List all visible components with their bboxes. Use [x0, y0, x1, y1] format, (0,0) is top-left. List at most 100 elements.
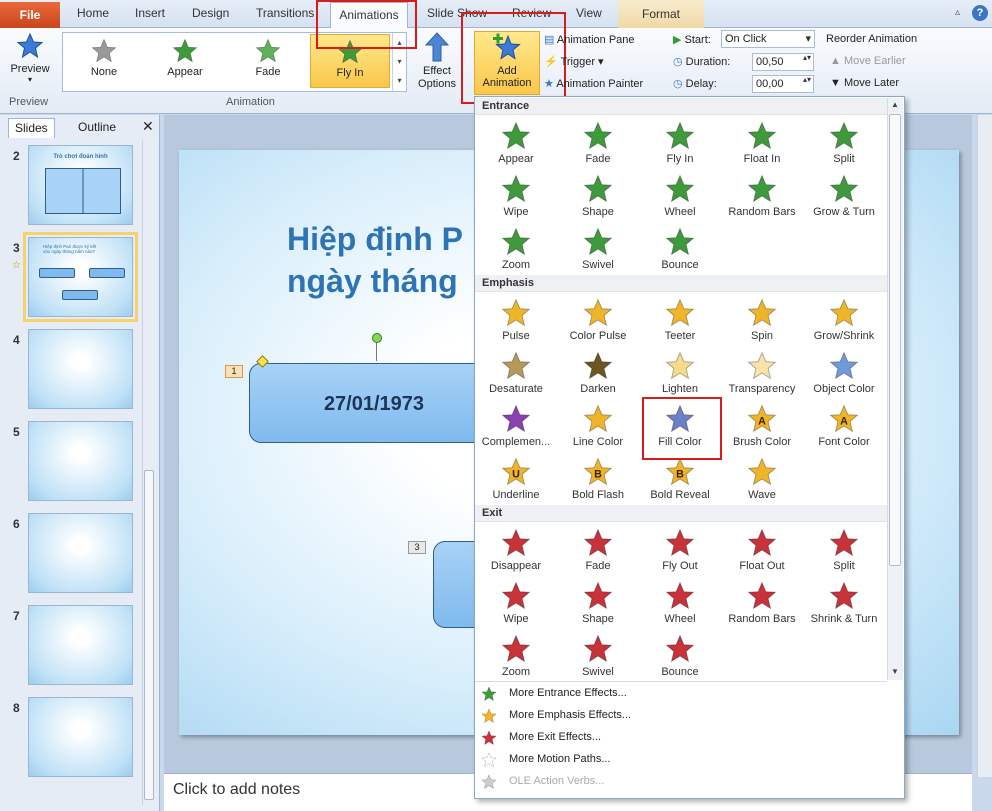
help-icon[interactable]: ? — [972, 5, 988, 21]
duration-input[interactable]: 00,50 — [752, 53, 814, 71]
gallery-item-appear[interactable]: Appear — [145, 34, 225, 88]
effect-exit-shrink-turn[interactable]: Shrink & Turn — [803, 576, 885, 629]
tab-file[interactable]: File — [0, 2, 60, 28]
tab-animations[interactable]: Animations — [330, 2, 408, 29]
menu-more-exit[interactable]: More Exit Effects... — [478, 727, 898, 749]
effect-entrance-zoom[interactable]: Zoom — [475, 222, 557, 275]
effect-emphasis-spin[interactable]: Spin — [721, 293, 803, 346]
slide-thumbnail-8[interactable] — [28, 697, 133, 777]
add-animation-button[interactable]: Add Animation — [474, 31, 540, 95]
tab-insert[interactable]: Insert — [135, 6, 165, 20]
effect-entrance-grow-turn[interactable]: Grow & Turn — [803, 169, 885, 222]
start-select[interactable]: On Click — [721, 30, 815, 48]
slide-thumbnail-7[interactable] — [28, 605, 133, 685]
tab-slides[interactable]: Slides — [8, 118, 55, 138]
entrance-star-icon — [583, 174, 613, 203]
answer-box-1[interactable]: 27/01/1973 — [249, 363, 499, 443]
rotate-handle[interactable] — [372, 333, 382, 343]
slides-scroll-thumb[interactable] — [144, 470, 154, 800]
effect-exit-fade[interactable]: Fade — [557, 523, 639, 576]
effect-emphasis-color-pulse[interactable]: Color Pulse — [557, 293, 639, 346]
effect-emphasis-complemen[interactable]: Complemen... — [475, 399, 557, 452]
tab-transitions[interactable]: Transitions — [256, 6, 314, 20]
effect-exit-wipe[interactable]: Wipe — [475, 576, 557, 629]
effect-emphasis-brush-color[interactable]: A Brush Color — [721, 399, 803, 452]
delay-input[interactable]: 00,00 — [752, 75, 814, 93]
effect-exit-swivel[interactable]: Swivel — [557, 629, 639, 682]
slide-scrollbar[interactable] — [977, 115, 992, 777]
menu-star-icon — [481, 752, 497, 768]
move-later-button[interactable]: ▼ Move Later — [830, 77, 899, 89]
effect-options-button[interactable]: Effect Options — [412, 32, 462, 94]
minimize-ribbon-icon[interactable]: ▵ — [955, 7, 960, 18]
slide-number: 6 — [13, 517, 20, 531]
effect-entrance-wipe[interactable]: Wipe — [475, 169, 557, 222]
slide-title[interactable]: Hiệp định Pngày tháng — [287, 218, 463, 302]
effect-entrance-random-bars[interactable]: Random Bars — [721, 169, 803, 222]
effect-exit-zoom[interactable]: Zoom — [475, 629, 557, 682]
gallery-item-none[interactable]: None — [64, 34, 144, 88]
close-panel-icon[interactable]: ✕ — [142, 118, 154, 135]
effect-emphasis-fill-color[interactable]: Fill Color — [639, 399, 721, 452]
gallery-item-fly-in[interactable]: Fly In — [310, 34, 390, 88]
effect-emphasis-desaturate[interactable]: Desaturate — [475, 346, 557, 399]
effect-emphasis-pulse[interactable]: Pulse — [475, 293, 557, 346]
effect-entrance-swivel[interactable]: Swivel — [557, 222, 639, 275]
effect-emphasis-font-color[interactable]: A Font Color — [803, 399, 885, 452]
tab-design[interactable]: Design — [192, 6, 229, 20]
menu-more-motion[interactable]: More Motion Paths... — [478, 749, 898, 771]
effect-exit-disappear[interactable]: Disappear — [475, 523, 557, 576]
tab-view[interactable]: View — [576, 6, 602, 20]
scroll-up-icon[interactable]: ▲ — [888, 100, 902, 112]
effect-exit-bounce[interactable]: Bounce — [639, 629, 721, 682]
effect-emphasis-bold-reveal[interactable]: B Bold Reveal — [639, 452, 721, 505]
animation-painter-button[interactable]: ★ Animation Painter — [544, 77, 643, 90]
effect-entrance-appear[interactable]: Appear — [475, 116, 557, 169]
tab-outline[interactable]: Outline — [72, 118, 122, 138]
slide-thumbnail-5[interactable] — [28, 421, 133, 501]
effect-exit-random-bars[interactable]: Random Bars — [721, 576, 803, 629]
effect-label: Fill Color — [658, 436, 702, 448]
effect-emphasis-object-color[interactable]: Object Color — [803, 346, 885, 399]
gallery-scroll[interactable]: ▴ ▾ ▾ — [392, 33, 406, 91]
effect-exit-wheel[interactable]: Wheel — [639, 576, 721, 629]
effect-exit-split[interactable]: Split — [803, 523, 885, 576]
effect-exit-fly-out[interactable]: Fly Out — [639, 523, 721, 576]
tab-slideshow[interactable]: Slide Show — [427, 6, 487, 20]
menu-more-entrance[interactable]: More Entrance Effects... — [478, 683, 898, 705]
move-earlier-button[interactable]: ▲ Move Earlier — [830, 55, 906, 67]
effect-entrance-fade[interactable]: Fade — [557, 116, 639, 169]
effect-emphasis-underline[interactable]: U Underline — [475, 452, 557, 505]
effect-emphasis-transparency[interactable]: Transparency — [721, 346, 803, 399]
effect-emphasis-grow-shrink[interactable]: Grow/Shrink — [803, 293, 885, 346]
effect-entrance-fly-in[interactable]: Fly In — [639, 116, 721, 169]
animation-pane-button[interactable]: ▤ Animation Pane — [544, 33, 635, 46]
scroll-down-icon[interactable]: ▼ — [888, 667, 902, 679]
effect-entrance-split[interactable]: Split — [803, 116, 885, 169]
tab-home[interactable]: Home — [77, 6, 109, 20]
effect-emphasis-line-color[interactable]: Line Color — [557, 399, 639, 452]
effect-emphasis-wave[interactable]: Wave — [721, 452, 803, 505]
effect-exit-float-out[interactable]: Float Out — [721, 523, 803, 576]
gallery-item-fade[interactable]: Fade — [228, 34, 308, 88]
slide-thumbnail-6[interactable] — [28, 513, 133, 593]
effect-emphasis-bold-flash[interactable]: B Bold Flash — [557, 452, 639, 505]
effect-entrance-wheel[interactable]: Wheel — [639, 169, 721, 222]
preview-button[interactable]: Preview ▾ — [6, 32, 54, 92]
slide-thumbnail-2[interactable]: Trò chơi đoán hình — [28, 145, 133, 225]
effect-emphasis-lighten[interactable]: Lighten — [639, 346, 721, 399]
menu-ole[interactable]: OLE Action Verbs... — [478, 771, 898, 793]
slide-thumbnail-4[interactable] — [28, 329, 133, 409]
tab-format[interactable]: Format — [618, 0, 704, 28]
effect-entrance-bounce[interactable]: Bounce — [639, 222, 721, 275]
effect-entrance-shape[interactable]: Shape — [557, 169, 639, 222]
dropdown-scroll-thumb[interactable] — [889, 114, 901, 566]
trigger-button[interactable]: ⚡ Trigger ▾ — [544, 55, 604, 68]
effect-emphasis-teeter[interactable]: Teeter — [639, 293, 721, 346]
tab-review[interactable]: Review — [512, 6, 551, 20]
effect-emphasis-darken[interactable]: Darken — [557, 346, 639, 399]
effect-exit-shape[interactable]: Shape — [557, 576, 639, 629]
effect-entrance-float-in[interactable]: Float In — [721, 116, 803, 169]
menu-more-emphasis[interactable]: More Emphasis Effects... — [478, 705, 898, 727]
slide-thumbnail-3[interactable]: Hiệp định Pari được ký kết vào ngày thán… — [12, 232, 138, 322]
